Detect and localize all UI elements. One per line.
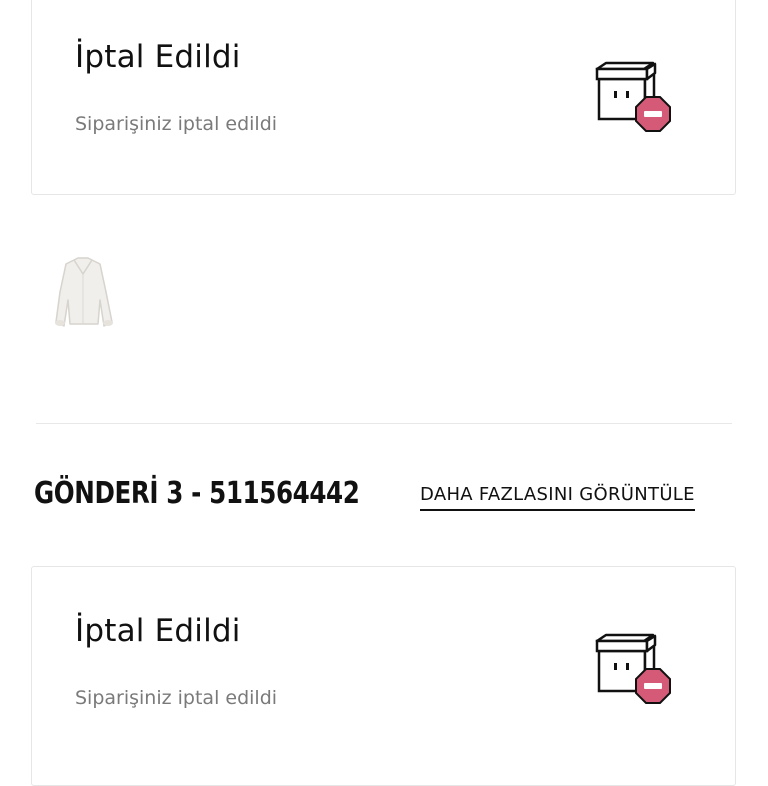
status-title: İptal Edildi [75, 613, 241, 649]
cancelled-box-icon [595, 633, 671, 704]
status-card-1: İptal Edildi Siparişiniz iptal edildi [31, 0, 736, 195]
status-title: İptal Edildi [75, 39, 241, 75]
status-subtitle: Siparişiniz iptal edildi [75, 113, 278, 135]
product-thumbnail[interactable] [44, 252, 120, 336]
status-subtitle: Siparişiniz iptal edildi [75, 687, 278, 709]
shipment-title: GÖNDERİ 3 - 511564442 [34, 476, 360, 511]
view-more-link[interactable]: DAHA FAZLASINI GÖRÜNTÜLE [420, 484, 695, 511]
cancelled-box-icon [595, 61, 671, 132]
section-divider [36, 423, 732, 424]
status-card-2: İptal Edildi Siparişiniz iptal edildi [31, 566, 736, 786]
